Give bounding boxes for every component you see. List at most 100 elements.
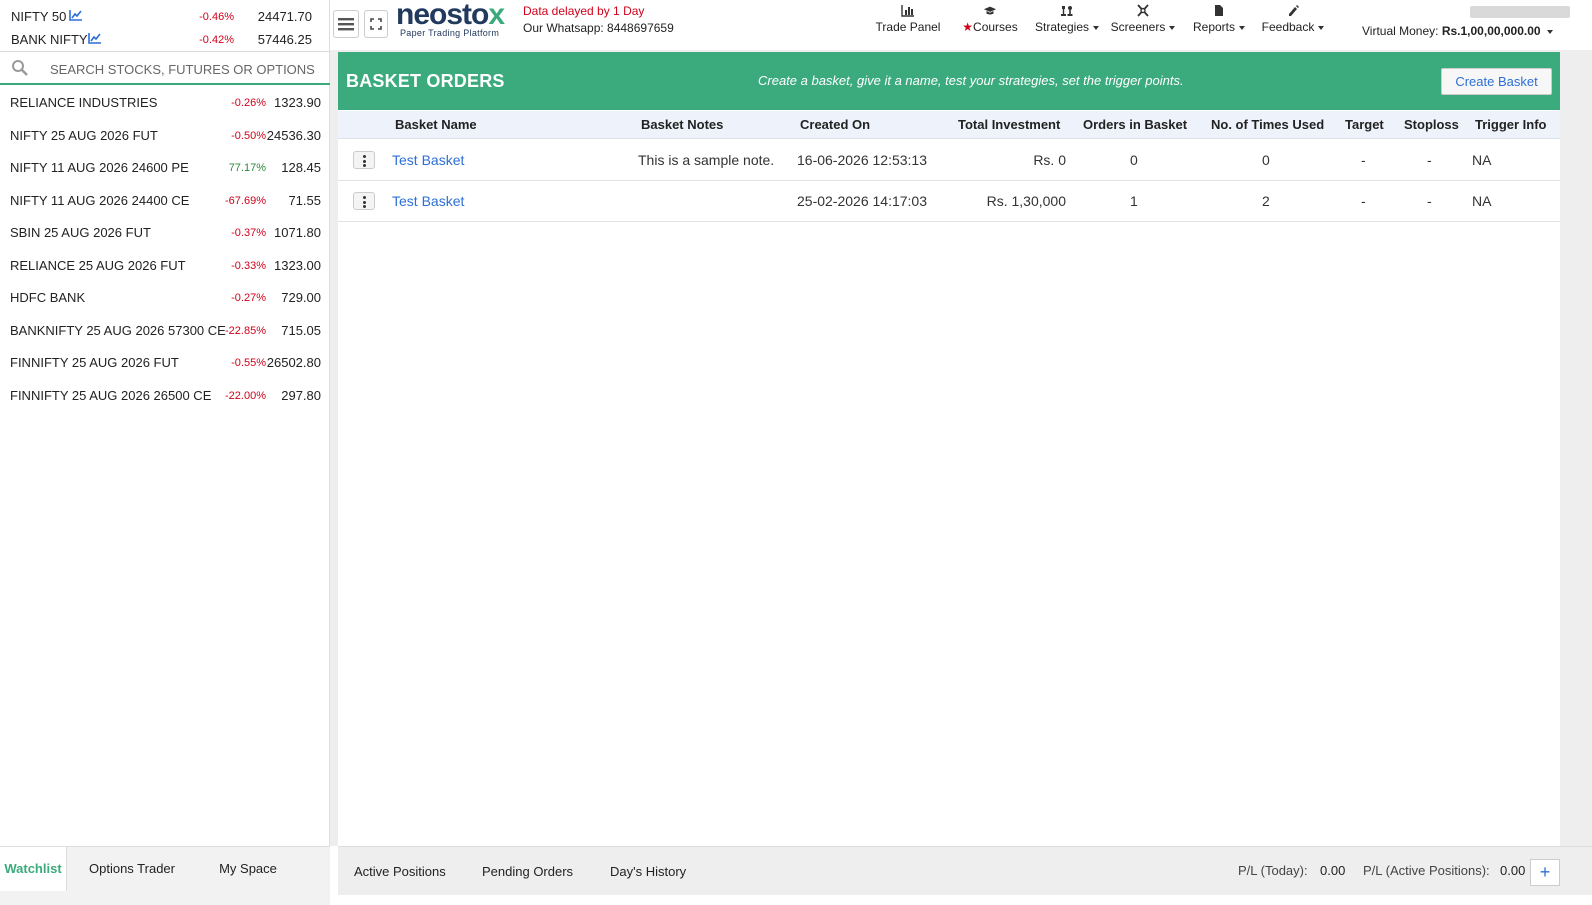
nav-reports[interactable]: Reports: [1190, 4, 1248, 40]
instrument-change: 77.17%: [228, 162, 266, 174]
hamburger-icon: [338, 18, 354, 31]
instrument-price: 26502.80: [266, 355, 321, 370]
pl-active-value: 0.00: [1500, 863, 1526, 878]
index-change: -0.42%: [199, 34, 234, 46]
chess-icon: [1061, 6, 1073, 16]
instrument-change: -22.00%: [225, 389, 266, 402]
nav-trade-panel[interactable]: Trade Panel: [875, 4, 941, 40]
screener-icon: [1137, 4, 1149, 17]
column-header[interactable]: Orders in Basket: [1083, 117, 1187, 132]
tab-options-trader[interactable]: Options Trader: [76, 847, 188, 891]
brand-tagline: Paper Trading Platform: [400, 28, 500, 38]
instrument-change: -0.37%: [231, 227, 266, 239]
tab-pending-orders[interactable]: Pending Orders: [482, 864, 573, 879]
nav-label: Screeners: [1110, 20, 1166, 34]
pl-today-value: 0.00: [1320, 863, 1346, 878]
search-icon: [12, 60, 28, 76]
total-investment: Rs. 0: [1033, 152, 1066, 168]
nav-label: Reports: [1192, 20, 1236, 34]
fullscreen-button[interactable]: [364, 10, 388, 38]
instrument-change: -0.26%: [231, 97, 266, 109]
watchlist-item[interactable]: FINNIFTY 25 AUG 2026 FUT -0.55% 26502.80: [0, 348, 330, 381]
search-input[interactable]: [50, 58, 320, 80]
watchlist-item[interactable]: NIFTY 11 AUG 2026 24600 PE 77.17% 128.45: [0, 153, 330, 186]
nav-label: Courses: [973, 20, 1018, 34]
bottom-bar: Active Positions Pending Orders Day's Hi…: [338, 846, 1592, 895]
index-row-banknifty[interactable]: BANK NIFTY -0.42% 57446.25: [0, 28, 330, 50]
watchlist-item[interactable]: FINNIFTY 25 AUG 2026 26500 CE -22.00% 297.…: [0, 381, 330, 414]
column-header[interactable]: Target: [1345, 117, 1384, 132]
left-panel: NIFTY 50 -0.46% 24471.70 BANK NIFTY -0.4…: [0, 0, 330, 905]
nav-screeners[interactable]: Screeners: [1109, 4, 1177, 40]
brand-logo[interactable]: neostox Paper Trading Platform: [396, 0, 518, 42]
watchlist-item[interactable]: SBIN 25 AUG 2026 FUT -0.37% 1071.80: [0, 218, 330, 251]
nav-strategies[interactable]: Strategies: [1032, 4, 1102, 40]
watchlist-item[interactable]: HDFC BANK -0.27% 729.00: [0, 283, 330, 316]
virtual-money[interactable]: Virtual Money: Rs.1,00,00,000.00: [1362, 24, 1553, 38]
pl-today-label: P/L (Today):: [1238, 863, 1308, 878]
watchlist-item[interactable]: NIFTY 11 AUG 2026 24400 CE -67.69% 71.55: [0, 186, 330, 219]
create-basket-button[interactable]: Create Basket: [1441, 68, 1552, 95]
nav-label: Feedback: [1261, 20, 1315, 34]
trigger-info: NA: [1472, 152, 1492, 168]
column-header[interactable]: No. of Times Used: [1211, 117, 1324, 132]
watchlist: RELIANCE INDUSTRIES -0.26% 1323.90 NIFTY 25…: [0, 88, 330, 413]
instrument-price: 297.80: [281, 387, 321, 403]
basket-name-link[interactable]: Test Basket: [392, 193, 464, 209]
expand-icon: [370, 18, 382, 30]
tab-my-space[interactable]: My Space: [200, 847, 296, 891]
page-banner: BASKET ORDERS Create a basket, give it a…: [338, 52, 1560, 110]
orders-in-basket: 0: [1130, 152, 1138, 168]
index-name: NIFTY 50: [11, 9, 67, 24]
column-header[interactable]: Basket Notes: [641, 117, 723, 132]
caret-down-icon: [1169, 25, 1176, 30]
index-name: BANK NIFTY: [11, 32, 88, 47]
virtual-money-value: Rs.1,00,00,000.00: [1441, 24, 1541, 38]
data-delay-notice: Data delayed by 1 Day: [523, 4, 645, 18]
watchlist-item[interactable]: NIFTY 25 AUG 2026 FUT -0.50% 24536.30: [0, 121, 330, 154]
row-actions-button[interactable]: [353, 151, 375, 169]
instrument-change: -0.55%: [231, 357, 266, 369]
target: -: [1361, 152, 1366, 168]
instrument-change: -0.33%: [231, 259, 266, 272]
watchlist-item[interactable]: BANKNIFTY 25 AUG 2026 57300 CE -22.85% 715…: [0, 316, 330, 349]
column-header[interactable]: Total Investment: [958, 117, 1060, 132]
bar-chart-icon: [901, 5, 914, 17]
row-actions-button[interactable]: [353, 192, 375, 210]
nav-label: Strategies: [1034, 20, 1090, 34]
instrument-change: -0.50%: [231, 129, 266, 142]
table-row: Test Basket 25-02-2026 14:17:03 Rs. 1,30,0…: [338, 181, 1560, 222]
menu-button[interactable]: [333, 10, 359, 38]
watchlist-item[interactable]: RELIANCE 25 AUG 2026 FUT -0.33% 1323.00: [0, 251, 330, 284]
tab-watchlist[interactable]: Watchlist: [0, 847, 67, 891]
times-used: 2: [1262, 193, 1270, 209]
tab-active-positions[interactable]: Active Positions: [354, 864, 446, 879]
basket-name-link[interactable]: Test Basket: [392, 152, 464, 168]
index-value: 57446.25: [257, 32, 312, 47]
column-header[interactable]: Stoploss: [1404, 117, 1459, 132]
index-change: -0.46%: [199, 11, 234, 23]
trigger-info: NA: [1472, 193, 1492, 209]
nav-feedback[interactable]: Feedback: [1260, 4, 1326, 40]
user-name-redacted[interactable]: [1470, 6, 1570, 18]
column-header[interactable]: Trigger Info: [1475, 117, 1547, 132]
watchlist-item[interactable]: RELIANCE INDUSTRIES -0.26% 1323.90: [0, 88, 330, 121]
whatsapp-contact: Our Whatsapp: 8448697659: [523, 21, 674, 35]
column-header[interactable]: Created On: [800, 117, 870, 132]
tab-days-history[interactable]: Day's History: [610, 864, 686, 879]
pencil-icon: [1289, 5, 1299, 16]
basket-notes: This is a sample note.: [638, 152, 775, 168]
instrument-price: 128.45: [281, 160, 321, 175]
instrument-price: 1323.90: [274, 95, 321, 110]
nav-courses[interactable]: ★Courses: [959, 4, 1021, 40]
index-row-nifty[interactable]: NIFTY 50 -0.46% 24471.70: [0, 5, 330, 27]
document-icon: [1215, 5, 1223, 16]
line-chart-icon[interactable]: [88, 32, 102, 44]
line-chart-icon[interactable]: [69, 9, 83, 21]
pl-active-label: P/L (Active Positions):: [1363, 863, 1490, 878]
table-row: Test Basket This is a sample note. 16-06-2…: [338, 140, 1560, 181]
add-button[interactable]: +: [1530, 859, 1560, 886]
column-header[interactable]: Basket Name: [395, 117, 477, 132]
target: -: [1361, 193, 1366, 209]
created-on: 25-02-2026 14:17:03: [797, 193, 927, 209]
